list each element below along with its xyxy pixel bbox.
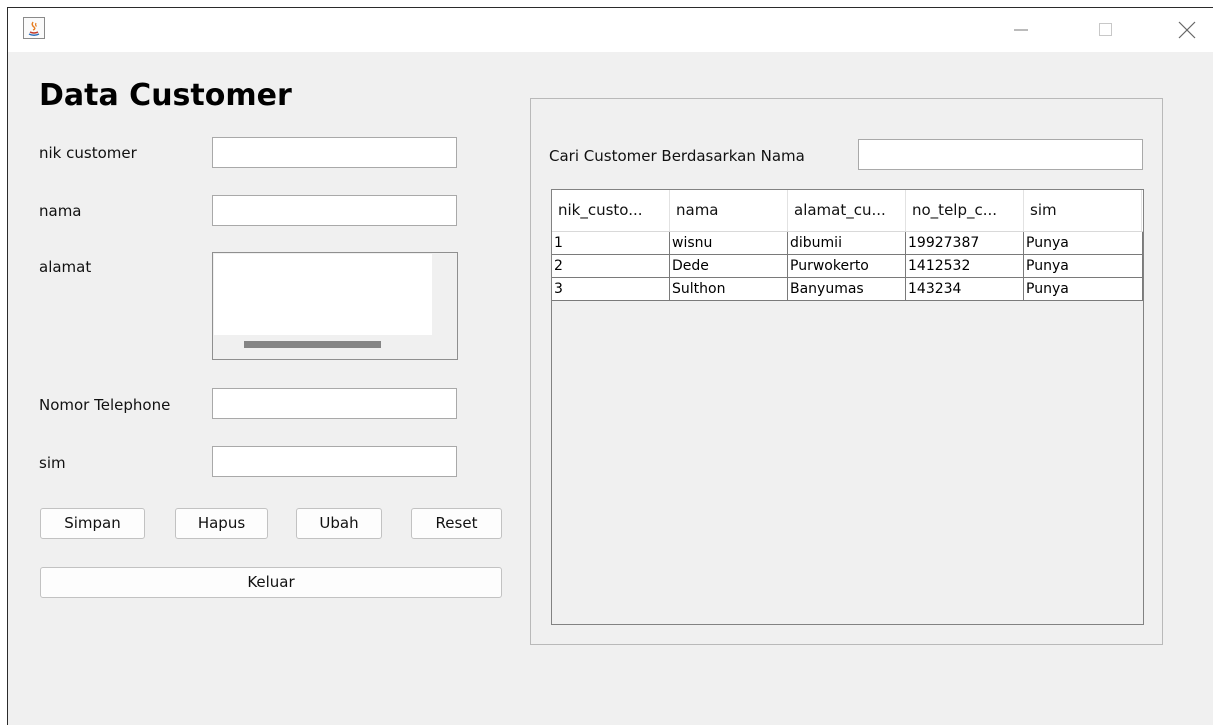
table-cell[interactable]: 1 [552,232,670,255]
column-header-alamat[interactable]: alamat_cu... [788,190,906,231]
app-window: Data Customer nik customer nama alamat N… [7,7,1213,725]
minimize-icon [1014,29,1028,31]
simpan-button[interactable]: Simpan [40,508,145,539]
nama-label: nama [39,202,82,220]
table-row[interactable]: 1 wisnu dibumii 19927387 Punya [552,232,1143,255]
table-cell[interactable]: 2 [552,255,670,278]
sim-label: sim [39,454,66,472]
table-header: nik_custo... nama alamat_cu... no_telp_c… [552,190,1143,232]
customer-table: nik_custo... nama alamat_cu... no_telp_c… [551,189,1144,625]
table-cell[interactable]: 1412532 [906,255,1024,278]
page-title: Data Customer [39,78,292,113]
nik-label: nik customer [39,144,137,162]
minimize-button[interactable] [998,8,1044,52]
table-row[interactable]: 3 Sulthon Banyumas 143234 Punya [552,278,1143,301]
table-cell[interactable]: dibumii [788,232,906,255]
table-cell[interactable]: 143234 [906,278,1024,301]
column-header-nama[interactable]: nama [670,190,788,231]
table-cell[interactable]: Banyumas [788,278,906,301]
column-header-sim[interactable]: sim [1024,190,1142,231]
table-cell[interactable]: Punya [1024,232,1143,255]
nik-customer-input[interactable] [212,137,457,168]
java-app-icon [23,17,45,39]
search-name-input[interactable] [858,139,1143,170]
hapus-button[interactable]: Hapus [175,508,268,539]
column-header-telp[interactable]: no_telp_c... [906,190,1024,231]
alamat-label: alamat [39,258,92,276]
close-button[interactable] [1164,8,1210,52]
maximize-button[interactable] [1082,8,1128,52]
table-cell[interactable]: Dede [670,255,788,278]
alamat-scroll-pane [212,252,458,360]
table-cell[interactable]: Punya [1024,278,1143,301]
table-cell[interactable]: 3 [552,278,670,301]
horizontal-scrollbar-thumb[interactable] [244,341,381,348]
alamat-textarea[interactable] [214,254,432,335]
table-cell[interactable]: Sulthon [670,278,788,301]
table-cell[interactable]: 19927387 [906,232,1024,255]
nama-input[interactable] [212,195,457,226]
ubah-button[interactable]: Ubah [296,508,382,539]
telepon-label: Nomor Telephone [39,396,171,414]
telepon-input[interactable] [212,388,457,419]
keluar-button[interactable]: Keluar [40,567,502,598]
sim-input[interactable] [212,446,457,477]
search-label: Cari Customer Berdasarkan Nama [549,147,805,165]
table-cell[interactable]: Purwokerto [788,255,906,278]
title-bar [8,8,1213,52]
reset-button[interactable]: Reset [411,508,502,539]
table-row[interactable]: 2 Dede Purwokerto 1412532 Punya [552,255,1143,278]
table-cell[interactable]: Punya [1024,255,1143,278]
maximize-icon [1099,23,1112,36]
column-header-nik[interactable]: nik_custo... [552,190,670,231]
table-cell[interactable]: wisnu [670,232,788,255]
close-icon [1178,21,1196,39]
